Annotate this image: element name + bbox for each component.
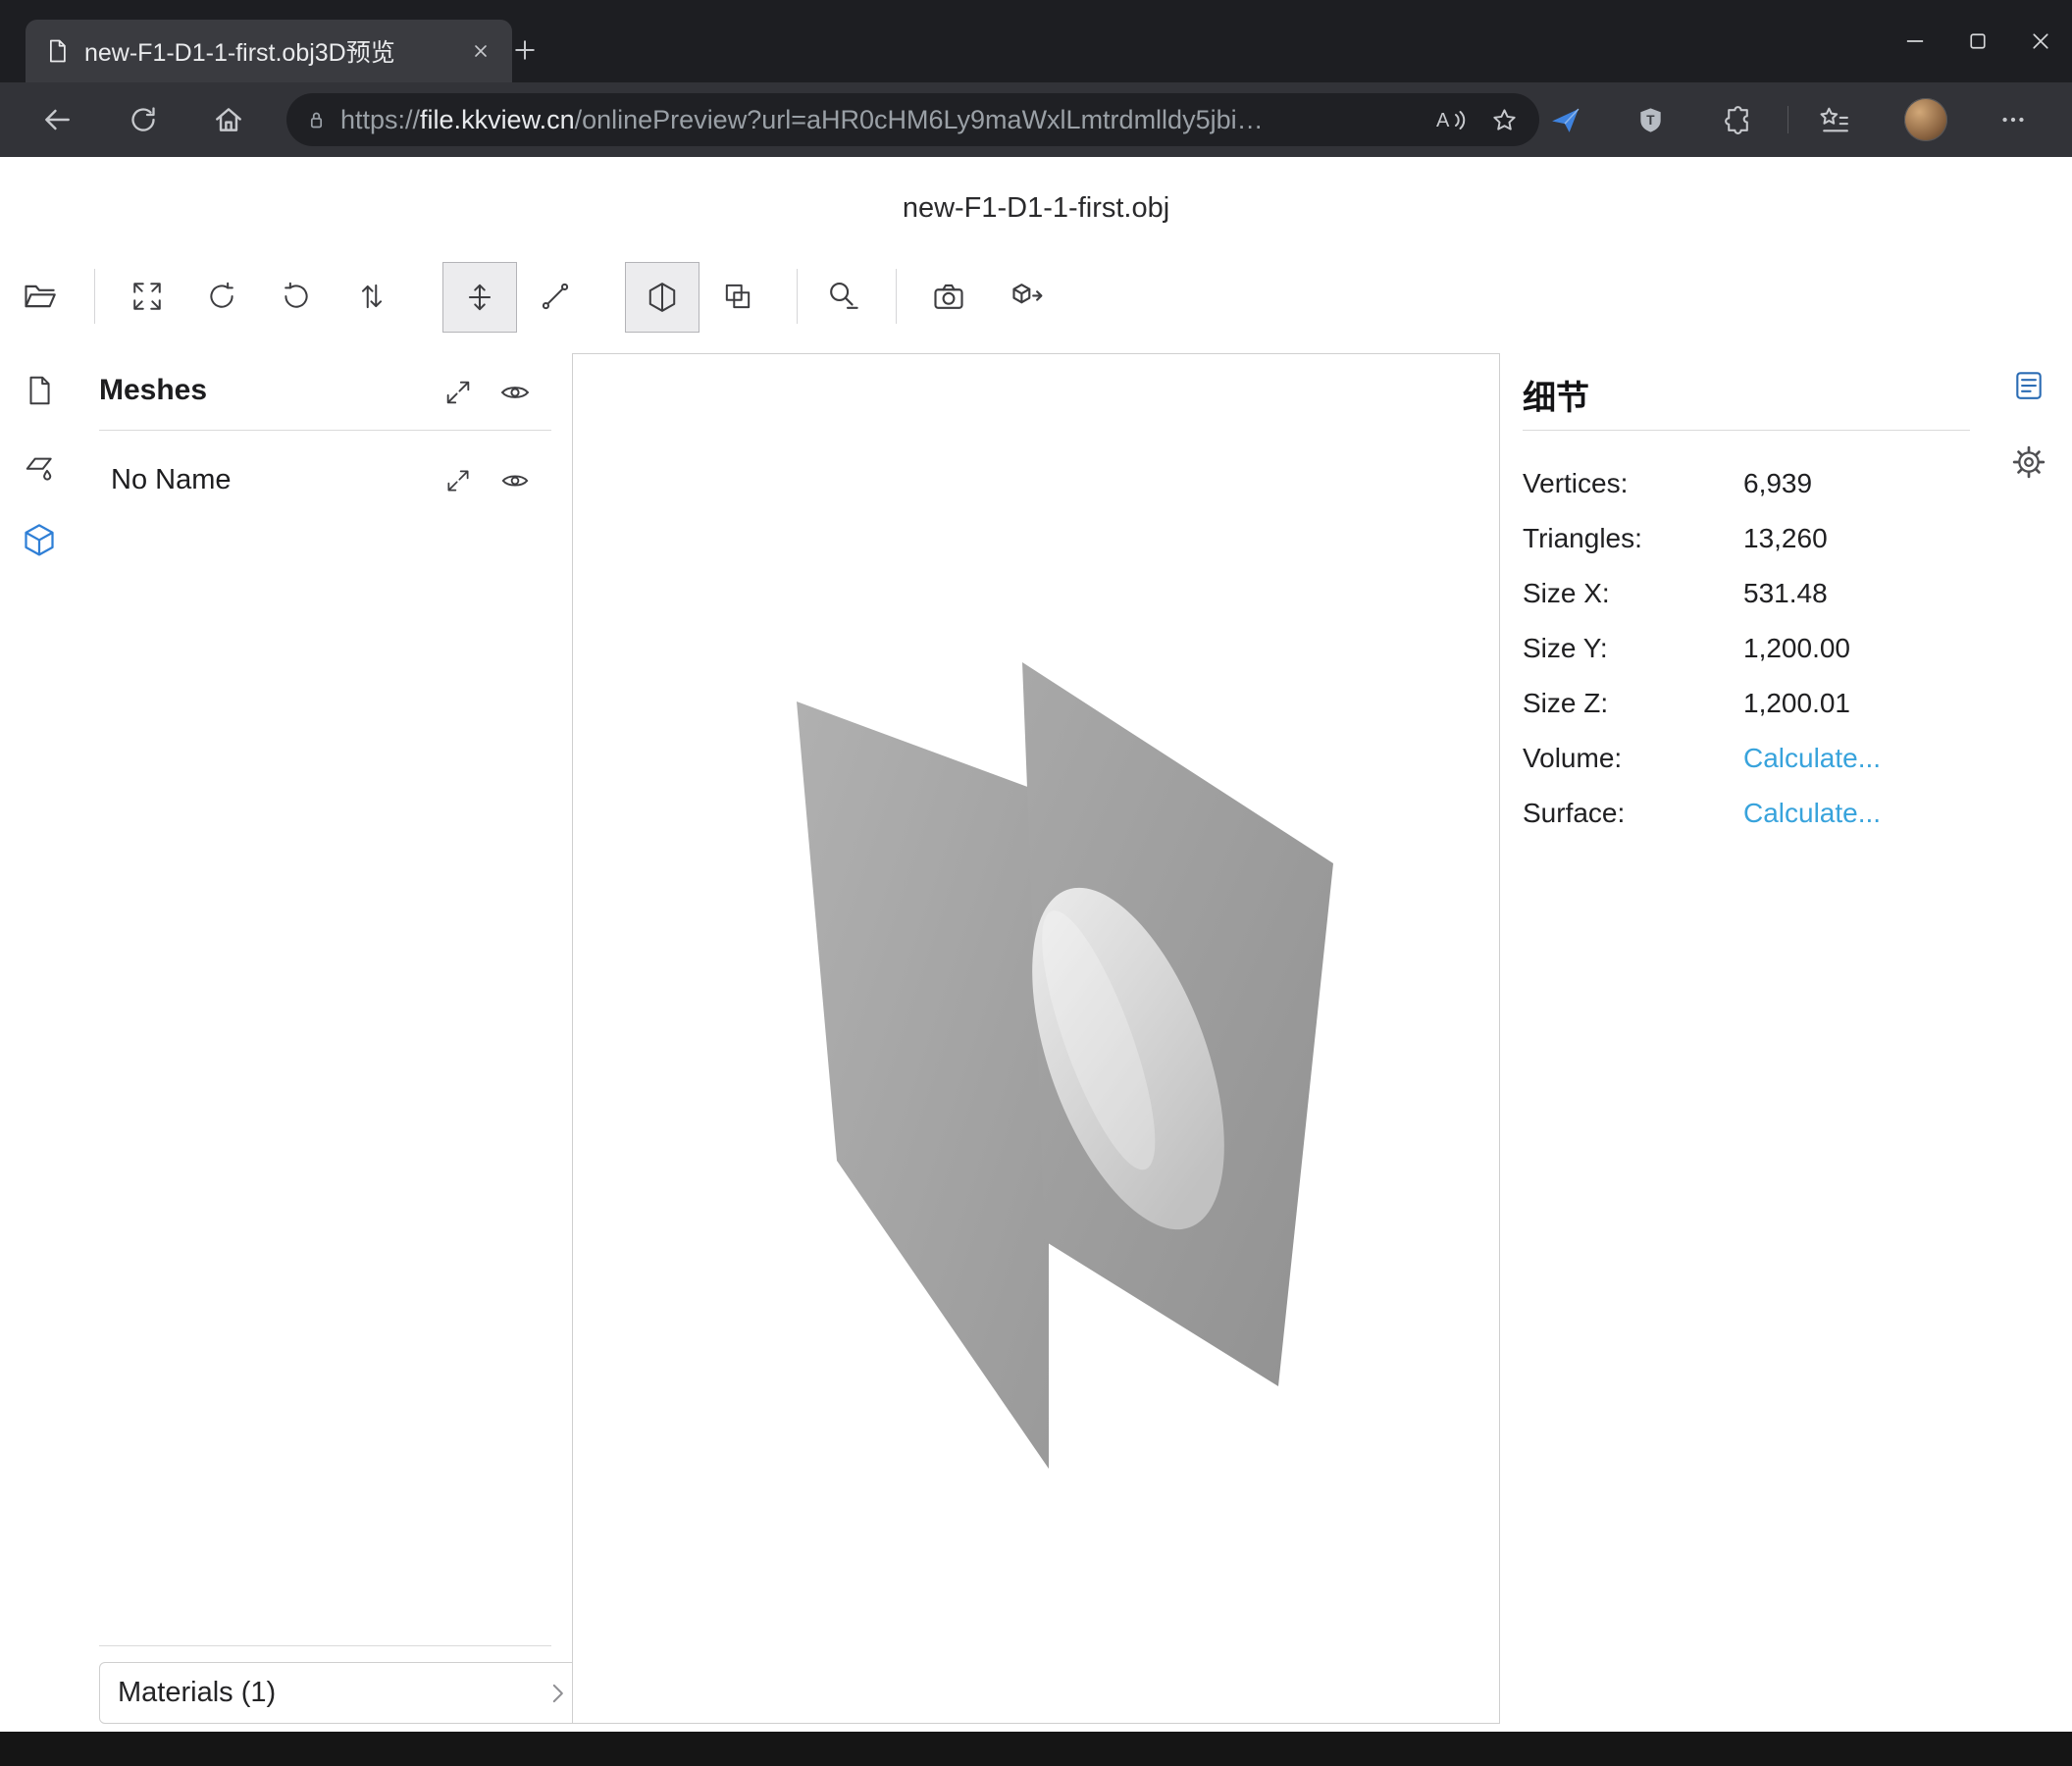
volume-calculate-link[interactable]: Calculate... <box>1743 743 1881 774</box>
tab-favicon-document-icon <box>43 37 71 65</box>
read-aloud-icon[interactable]: A <box>1427 98 1471 141</box>
chevron-right-icon <box>544 1681 570 1706</box>
surface-calculate-link[interactable]: Calculate... <box>1743 798 1881 829</box>
browser-window: new-F1-D1-1-first.obj3D预览 <box>0 0 2072 1766</box>
export-button[interactable] <box>1000 269 1055 324</box>
toolbar-separator <box>896 269 897 324</box>
detail-row-size-z: Size Z: 1,200.01 <box>1523 676 1970 731</box>
minimize-button[interactable] <box>1884 0 1946 82</box>
lock-icon <box>304 108 329 132</box>
zoom-extents-icon[interactable] <box>437 459 480 502</box>
detail-row-size-x: Size X: 531.48 <box>1523 566 1970 621</box>
navigation-bar: https://file.kkview.cn/onlinePreview?url… <box>0 82 2072 157</box>
favorites-icon[interactable] <box>1810 96 1857 143</box>
address-bar[interactable]: https://file.kkview.cn/onlinePreview?url… <box>286 93 1539 146</box>
profile-avatar[interactable] <box>1904 98 1947 141</box>
details-list-icon[interactable] <box>2007 364 2050 407</box>
title-bar: new-F1-D1-1-first.obj3D预览 <box>0 0 2072 82</box>
model-render <box>573 354 1497 1721</box>
tab-close-icon[interactable] <box>463 33 498 69</box>
maximize-button[interactable] <box>1946 0 2009 82</box>
meshes-panel-bottom-divider <box>99 1645 551 1646</box>
toolbar-divider <box>1787 106 1788 133</box>
kkview-3d-preview-page: new-F1-D1-1-first.obj <box>0 157 2072 1732</box>
perspective-view-button[interactable] <box>625 262 699 333</box>
details-panel-title: 细节 <box>1523 371 1589 419</box>
svg-text:T: T <box>1646 112 1655 127</box>
new-tab-button[interactable] <box>502 27 547 73</box>
detail-row-triangles: Triangles: 13,260 <box>1523 511 1970 566</box>
materials-button[interactable]: Materials (1) <box>99 1662 589 1724</box>
mesh-panel-cube-icon[interactable] <box>16 516 63 563</box>
visibility-eye-icon[interactable] <box>493 459 537 502</box>
extensions-puzzle-icon[interactable] <box>1714 96 1761 143</box>
left-plane <box>797 701 1049 1469</box>
detail-row-volume: Volume: Calculate... <box>1523 731 1970 786</box>
visibility-all-eye-icon[interactable] <box>493 371 537 414</box>
detail-row-size-y: Size Y: 1,200.00 <box>1523 621 1970 676</box>
details-panel-divider <box>1523 430 1970 431</box>
fit-view-button[interactable] <box>120 269 175 324</box>
extension-send-icon[interactable] <box>1541 96 1588 143</box>
tab-title: new-F1-D1-1-first.obj3D预览 <box>84 33 449 69</box>
svg-text:A: A <box>1436 110 1450 131</box>
extension-shield-icon[interactable]: T <box>1627 96 1674 143</box>
meshes-panel-divider <box>99 430 551 431</box>
move-tool-button[interactable] <box>442 262 517 333</box>
materials-button-label: Materials (1) <box>118 1677 535 1709</box>
toolbar-separator <box>797 269 798 324</box>
browser-tab[interactable]: new-F1-D1-1-first.obj3D预览 <box>26 20 512 82</box>
meshes-panel-title: Meshes <box>99 374 207 407</box>
favorite-star-icon[interactable] <box>1482 98 1526 141</box>
rotate-z-button[interactable] <box>269 269 324 324</box>
screenshot-button[interactable] <box>921 269 976 324</box>
document-panel-icon[interactable] <box>16 367 63 414</box>
mesh-item-name: No Name <box>111 464 232 496</box>
measure-button[interactable] <box>815 269 870 324</box>
home-button[interactable] <box>204 95 253 144</box>
browser-menu-icon[interactable] <box>1990 96 2037 143</box>
rotate-y-button[interactable] <box>194 269 249 324</box>
detail-row-surface: Surface: Calculate... <box>1523 786 1970 841</box>
url-host: file.kkview.cn <box>420 105 575 134</box>
settings-gear-icon[interactable] <box>2007 441 2050 484</box>
material-panel-icon[interactable] <box>16 442 63 489</box>
open-file-button[interactable] <box>12 269 67 324</box>
window-controls <box>1884 0 2072 82</box>
page-title: new-F1-D1-1-first.obj <box>0 192 2072 225</box>
viewport-3d[interactable] <box>572 353 1500 1724</box>
toolbar-separator <box>94 269 95 324</box>
orthographic-view-button[interactable] <box>710 269 765 324</box>
refresh-button[interactable] <box>119 95 168 144</box>
details-rows: Vertices: 6,939 Triangles: 13,260 Size X… <box>1523 456 1970 841</box>
back-button[interactable] <box>32 95 81 144</box>
url-text: https://file.kkview.cn/onlinePreview?url… <box>340 105 1416 135</box>
detail-row-vertices: Vertices: 6,939 <box>1523 456 1970 511</box>
flip-vertical-button[interactable] <box>344 269 399 324</box>
bottom-bar <box>0 1732 2072 1766</box>
zoom-extents-all-icon[interactable] <box>437 371 480 414</box>
close-window-button[interactable] <box>2009 0 2072 82</box>
line-tool-button[interactable] <box>528 269 583 324</box>
